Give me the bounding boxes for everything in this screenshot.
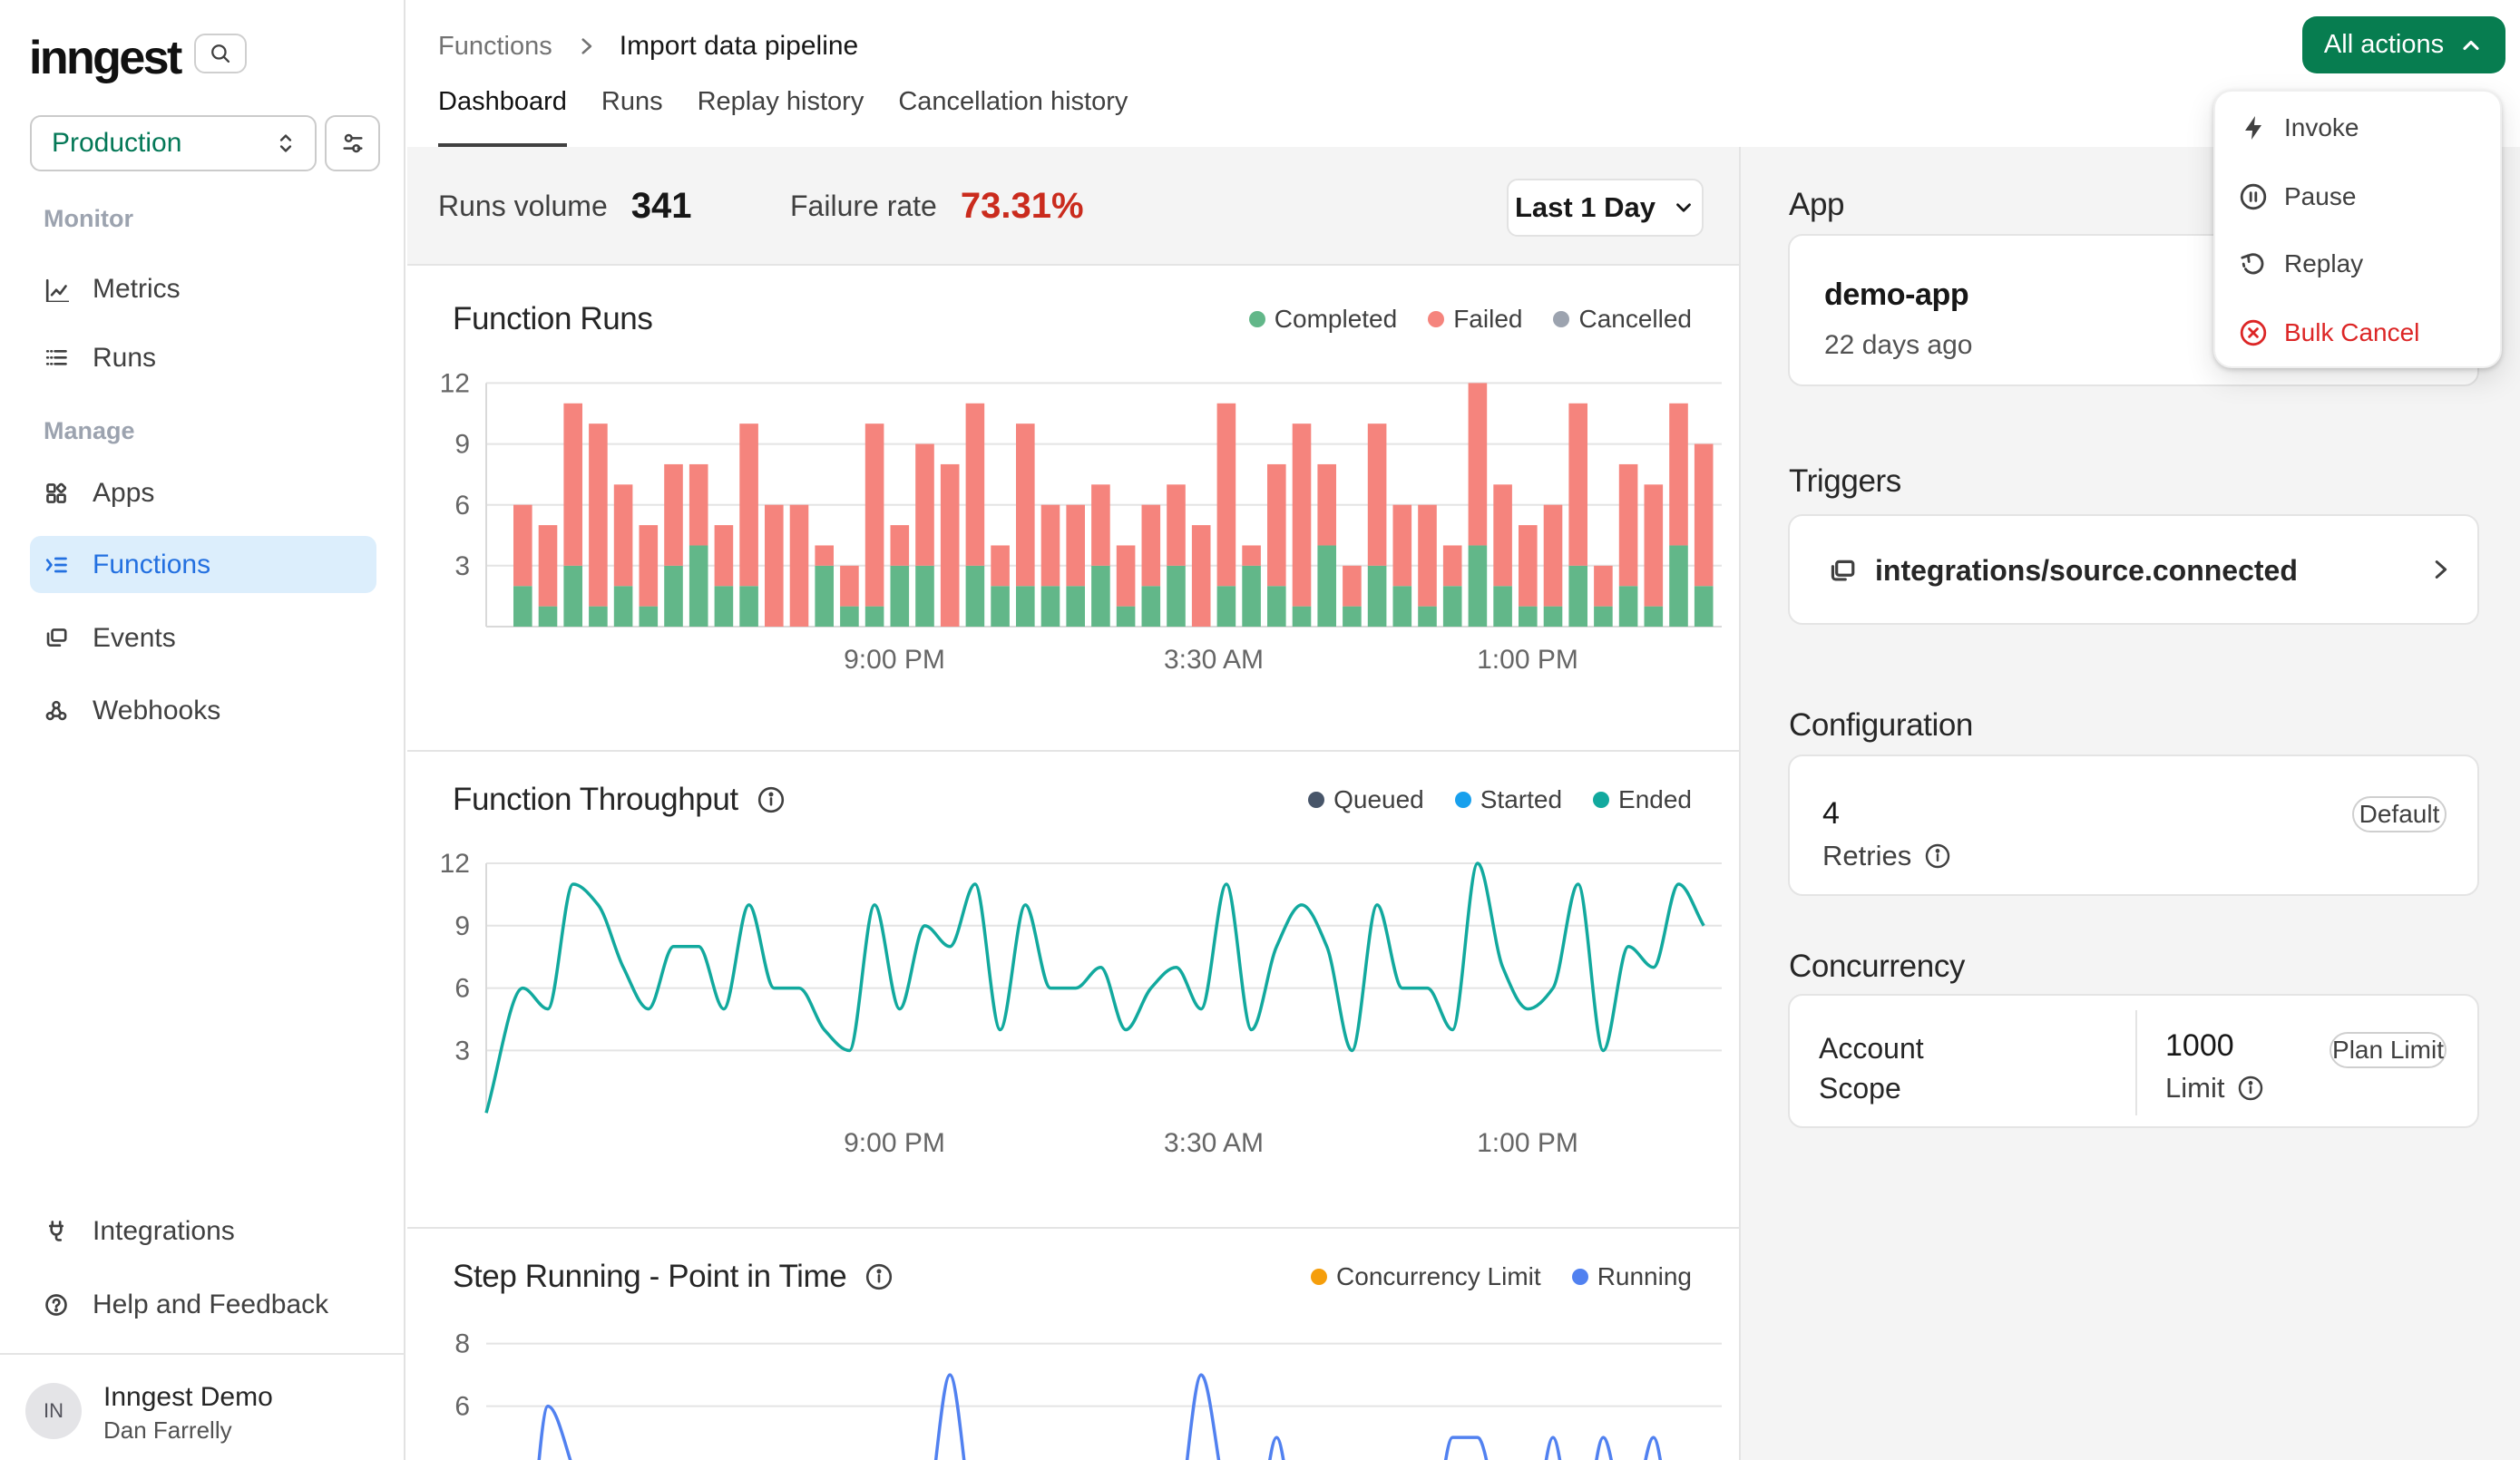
svg-text:9: 9 bbox=[454, 911, 470, 941]
svg-text:6: 6 bbox=[454, 491, 470, 521]
svg-text:3:30 AM: 3:30 AM bbox=[1164, 645, 1264, 675]
svg-text:3: 3 bbox=[454, 551, 470, 581]
svg-text:9:00 PM: 9:00 PM bbox=[844, 645, 945, 675]
svg-text:3: 3 bbox=[454, 1036, 470, 1066]
svg-text:1:00 PM: 1:00 PM bbox=[1477, 645, 1578, 675]
svg-text:1:00 PM: 1:00 PM bbox=[1477, 1128, 1578, 1158]
svg-text:6: 6 bbox=[454, 974, 470, 1004]
svg-text:6: 6 bbox=[454, 1392, 470, 1422]
svg-text:12: 12 bbox=[440, 849, 470, 879]
svg-text:3:30 AM: 3:30 AM bbox=[1164, 1128, 1264, 1158]
svg-text:9:00 PM: 9:00 PM bbox=[844, 1128, 945, 1158]
svg-text:9: 9 bbox=[454, 430, 470, 460]
svg-text:12: 12 bbox=[440, 368, 470, 398]
svg-text:8: 8 bbox=[454, 1329, 470, 1359]
